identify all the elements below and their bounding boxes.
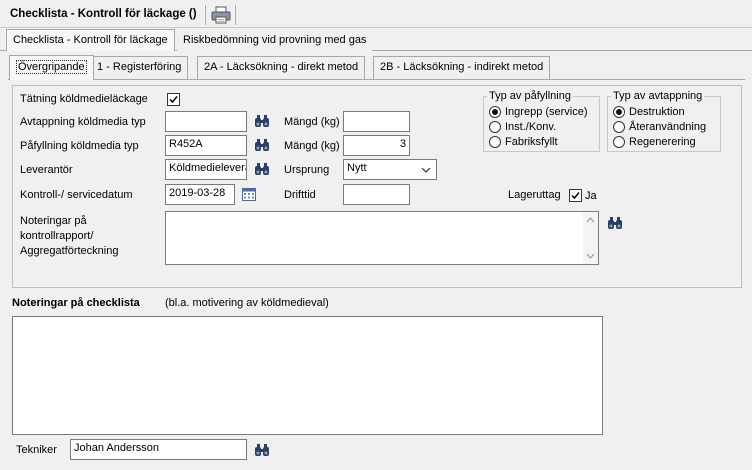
print-button[interactable] <box>209 5 233 25</box>
radio-ateranvandning[interactable] <box>613 121 625 133</box>
mangd2-input[interactable]: 3 <box>343 135 410 156</box>
radio-inst-konv-label[interactable]: Inst./Konv. <box>505 121 556 133</box>
tekniker-input[interactable]: Johan Andersson <box>70 439 247 460</box>
lageruttag-checkbox[interactable] <box>569 189 582 202</box>
radio-regenerering-label[interactable]: Regenerering <box>629 136 696 148</box>
lageruttag-label: Lageruttag <box>508 189 561 201</box>
subtab-overgripande-label: Övergripande <box>16 60 87 74</box>
radio-destruktion[interactable] <box>613 106 625 118</box>
radio-ingrepp-label[interactable]: Ingrepp (service) <box>505 106 588 118</box>
radio-fabriksfyllt-label[interactable]: Fabriksfyllt <box>505 136 558 148</box>
lookup-binoculars-icon[interactable] <box>254 443 270 457</box>
lookup-binoculars-icon[interactable] <box>254 162 270 176</box>
drifttid-label: Drifttid <box>284 189 316 201</box>
subtab-registerforing[interactable]: 1 - Registerföring <box>90 56 189 79</box>
printer-icon <box>211 6 231 24</box>
radio-destruktion-label[interactable]: Destruktion <box>629 106 685 118</box>
tatning-checkbox[interactable] <box>167 93 180 106</box>
lookup-binoculars-icon[interactable] <box>254 114 270 128</box>
avtappning-typ-input[interactable] <box>165 111 247 132</box>
radio-ateranvandning-label[interactable]: Återanvändning <box>629 121 706 133</box>
checklist-notes-title: Noteringar på checklista <box>12 297 140 309</box>
ursprung-label: Ursprung <box>284 164 330 176</box>
mangd1-input[interactable] <box>343 111 410 132</box>
checkmark-icon <box>169 96 178 104</box>
typ-avtappning-title: Typ av avtappning <box>611 90 705 102</box>
lageruttag-ja-label: Ja <box>585 190 597 202</box>
mangd1-label: Mängd (kg) <box>284 116 340 128</box>
lookup-binoculars-icon[interactable] <box>607 216 623 230</box>
kontroll-datum-label: Kontroll-/ servicedatum <box>20 189 133 201</box>
checkmark-icon <box>571 192 580 200</box>
avtappning-typ-label: Avtappning köldmedia typ <box>20 116 146 128</box>
scroll-down-icon[interactable] <box>583 250 598 262</box>
scroll-up-icon[interactable] <box>583 214 598 226</box>
mangd2-label: Mängd (kg) <box>284 140 340 152</box>
kontroll-datum-input[interactable]: 2019-03-28 <box>165 184 235 205</box>
tatning-label: Tätning köldmedieläckage <box>20 93 148 105</box>
pafyllning-typ-input[interactable]: R452A <box>165 135 247 156</box>
ursprung-selected-value: Nytt <box>347 162 367 174</box>
lookup-binoculars-icon[interactable] <box>254 138 270 152</box>
drifttid-input[interactable] <box>343 184 410 205</box>
radio-regenerering[interactable] <box>613 136 625 148</box>
toolbar-divider <box>235 5 236 25</box>
tekniker-label: Tekniker <box>16 444 57 456</box>
typ-pafyllning-title: Typ av påfyllning <box>487 90 573 102</box>
radio-fabriksfyllt[interactable] <box>489 136 501 148</box>
textarea-scrollbar[interactable] <box>583 212 598 264</box>
subtab-indirekt-metod[interactable]: 2B - Läcksökning - indirekt metod <box>373 56 551 79</box>
radio-ingrepp[interactable] <box>489 106 501 118</box>
subtab-direkt-metod[interactable]: 2A - Läcksökning - direkt metod <box>197 56 366 79</box>
chevron-down-icon <box>421 167 431 173</box>
subtab-overgripande[interactable]: Övergripande <box>9 55 94 80</box>
tab-riskbedomning[interactable]: Riskbedömning vid provning med gas <box>177 31 373 51</box>
leverantor-label: Leverantör <box>20 164 73 176</box>
noteringar-rapport-label: Noteringar på kontrollrapport/ Aggregatf… <box>20 215 119 257</box>
ursprung-select[interactable]: Nytt <box>343 159 437 180</box>
calendar-icon[interactable] <box>242 187 256 201</box>
pafyllning-typ-label: Påfyllning köldmedia typ <box>20 140 139 152</box>
subtab-strip-border <box>8 79 745 80</box>
leverantor-input[interactable]: Köldmedieleverantör <box>165 159 247 180</box>
radio-inst-konv[interactable] <box>489 121 501 133</box>
window-title: Checklista - Kontroll för läckage () <box>10 8 197 20</box>
tab-checklista[interactable]: Checklista - Kontroll för läckage <box>6 29 175 51</box>
toolbar-divider <box>205 5 206 25</box>
checklist-notes-hint: (bl.a. motivering av köldmedieval) <box>165 297 329 309</box>
noteringar-rapport-textarea[interactable] <box>165 211 599 265</box>
checklist-notes-textarea[interactable] <box>12 316 603 435</box>
